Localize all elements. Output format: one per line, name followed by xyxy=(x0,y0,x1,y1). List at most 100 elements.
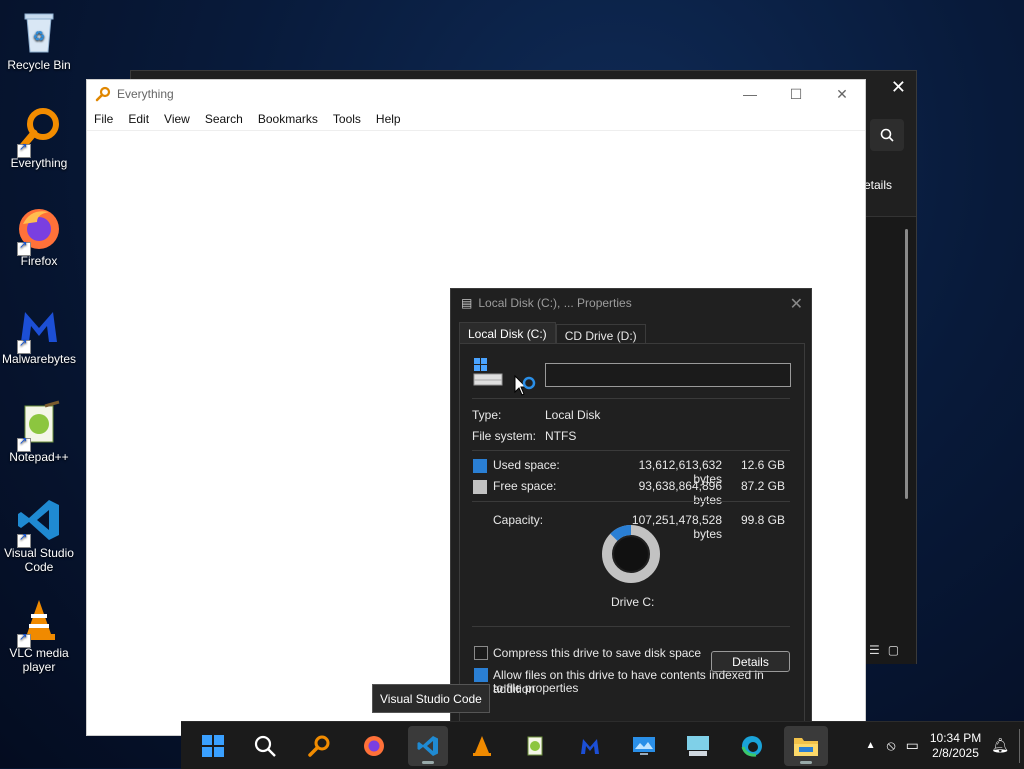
busy-cursor-icon xyxy=(513,374,537,407)
menu-file[interactable]: File xyxy=(94,112,113,126)
desktop-icon-notepadpp[interactable]: Notepad++ xyxy=(0,400,78,464)
window-title: Everything xyxy=(117,87,174,101)
drive-name-field[interactable] xyxy=(545,363,791,387)
taskbar-onscreen-keyboard[interactable] xyxy=(678,726,718,766)
network-icon[interactable]: ⦸ xyxy=(886,737,895,754)
taskbar-everything[interactable] xyxy=(299,726,339,766)
drive-icon xyxy=(472,358,504,391)
vlc-icon xyxy=(473,736,491,756)
desktop-icon-firefox[interactable]: Firefox xyxy=(0,204,78,268)
close-button[interactable]: ✕ xyxy=(819,80,865,108)
search-button[interactable] xyxy=(870,119,904,151)
divider xyxy=(472,450,790,451)
index-checkbox[interactable] xyxy=(474,668,488,682)
divider xyxy=(472,398,790,399)
shortcut-arrow-icon xyxy=(17,338,31,354)
clock-date: 2/8/2025 xyxy=(932,745,979,760)
chevron-up-icon[interactable]: ▲ xyxy=(866,740,876,751)
details-view-icon[interactable]: ☰ xyxy=(869,643,880,657)
document-icon: ▤ xyxy=(461,296,473,310)
properties-dialog: ▤ Local Disk (C:), ... Properties ✕ Loca… xyxy=(450,288,812,722)
svg-text:♻: ♻ xyxy=(33,28,46,44)
maximize-button[interactable]: ☐ xyxy=(773,80,819,108)
desktop-icon-vscode[interactable]: Visual Studio Code xyxy=(0,496,78,574)
taskbar-vlc[interactable] xyxy=(462,726,502,766)
tab-panel: Type: Local Disk File system: NTFS Used … xyxy=(459,343,805,721)
donut-center xyxy=(614,537,648,571)
notepadpp-icon xyxy=(15,400,63,452)
compress-checkbox[interactable] xyxy=(474,646,488,660)
taskbar-vscode[interactable] xyxy=(408,726,448,766)
taskbar-malwarebytes[interactable] xyxy=(570,726,610,766)
taskbar-file-explorer[interactable] xyxy=(784,726,828,766)
scrollbar[interactable] xyxy=(905,229,908,499)
system-tray: ▲ ⦸ ▭ 10:34 PM 2/8/2025 🔔︎ xyxy=(860,722,1024,769)
show-desktop-button[interactable] xyxy=(1019,728,1024,763)
shortcut-arrow-icon xyxy=(17,632,31,648)
file-system-value: NTFS xyxy=(545,429,577,443)
desktop-icon-label: Recycle Bin xyxy=(7,58,71,72)
desktop-icon-everything[interactable]: Everything xyxy=(0,106,78,170)
vscode-icon xyxy=(417,736,438,756)
close-icon[interactable]: ✕ xyxy=(790,294,803,314)
divider xyxy=(472,626,790,627)
window-controls: — ☐ ✕ xyxy=(727,80,865,108)
menu-help[interactable]: Help xyxy=(376,112,401,126)
minimize-button[interactable]: — xyxy=(727,80,773,108)
menu-tools[interactable]: Tools xyxy=(333,112,361,126)
malwarebytes-icon xyxy=(15,302,63,354)
notification-bell-icon[interactable]: 🔔︎ xyxy=(991,737,1009,754)
desktop-icon-recycle-bin[interactable]: ♻ Recycle Bin xyxy=(0,8,78,72)
menu-edit[interactable]: Edit xyxy=(128,112,149,126)
free-space-gb: 87.2 GB xyxy=(740,479,785,493)
desktop-icon-label: Visual Studio Code xyxy=(4,546,74,574)
shortcut-arrow-icon xyxy=(17,436,31,452)
menu-bar: File Edit View Search Bookmarks Tools He… xyxy=(87,108,865,131)
capacity-label: Capacity: xyxy=(493,513,544,527)
details-pane-link[interactable]: etails xyxy=(864,178,892,192)
close-icon[interactable]: ✕ xyxy=(891,77,906,98)
desktop-icon-label: VLC media player xyxy=(9,646,69,674)
remote-desktop-icon xyxy=(633,737,655,755)
compress-label[interactable]: Compress this drive to save disk space xyxy=(493,646,701,660)
start-button[interactable] xyxy=(193,726,233,766)
shortcut-arrow-icon xyxy=(17,240,31,256)
type-value: Local Disk xyxy=(545,408,601,422)
file-system-label: File system: xyxy=(472,429,537,443)
recycle-bin-icon: ♻ xyxy=(15,8,63,56)
desktop-icon-malwarebytes[interactable]: Malwarebytes xyxy=(0,302,78,366)
shortcut-arrow-icon xyxy=(17,532,31,548)
search-icon xyxy=(880,128,894,142)
running-indicator xyxy=(422,761,434,764)
everything-app-icon xyxy=(95,86,111,102)
firefox-icon xyxy=(15,204,63,256)
everything-icon xyxy=(308,735,330,757)
vlc-icon xyxy=(15,596,63,648)
taskbar-edge[interactable] xyxy=(732,726,772,766)
menu-view[interactable]: View xyxy=(164,112,190,126)
view-toggle: ☰ ▢ xyxy=(869,643,899,657)
display-icon[interactable]: ▭ xyxy=(906,737,919,754)
desktop-icon-vlc[interactable]: VLC media player xyxy=(0,596,78,674)
used-space-label: Used space: xyxy=(493,458,560,472)
clock[interactable]: 10:34 PM 2/8/2025 xyxy=(930,731,981,761)
running-indicator xyxy=(800,761,812,764)
usage-donut-chart xyxy=(602,525,660,583)
menu-search[interactable]: Search xyxy=(205,112,243,126)
taskbar-search-button[interactable] xyxy=(245,726,285,766)
firefox-icon xyxy=(364,736,384,756)
used-space-swatch xyxy=(473,459,487,473)
index-label-line2[interactable]: to file properties xyxy=(493,681,578,695)
taskbar: ▲ ⦸ ▭ 10:34 PM 2/8/2025 🔔︎ xyxy=(181,721,1024,769)
taskbar-firefox[interactable] xyxy=(354,726,394,766)
menu-bookmarks[interactable]: Bookmarks xyxy=(258,112,318,126)
taskbar-remote-desktop[interactable] xyxy=(624,726,664,766)
taskbar-notepadpp[interactable] xyxy=(516,726,556,766)
tiles-view-icon[interactable]: ▢ xyxy=(888,643,899,657)
clock-time: 10:34 PM xyxy=(929,730,982,745)
dialog-title-bar[interactable]: ▤ Local Disk (C:), ... Properties ✕ xyxy=(451,289,811,317)
free-space-swatch xyxy=(473,480,487,494)
search-icon xyxy=(254,735,276,757)
desktop-icon-label: Malwarebytes xyxy=(1,352,77,366)
divider xyxy=(472,501,790,502)
